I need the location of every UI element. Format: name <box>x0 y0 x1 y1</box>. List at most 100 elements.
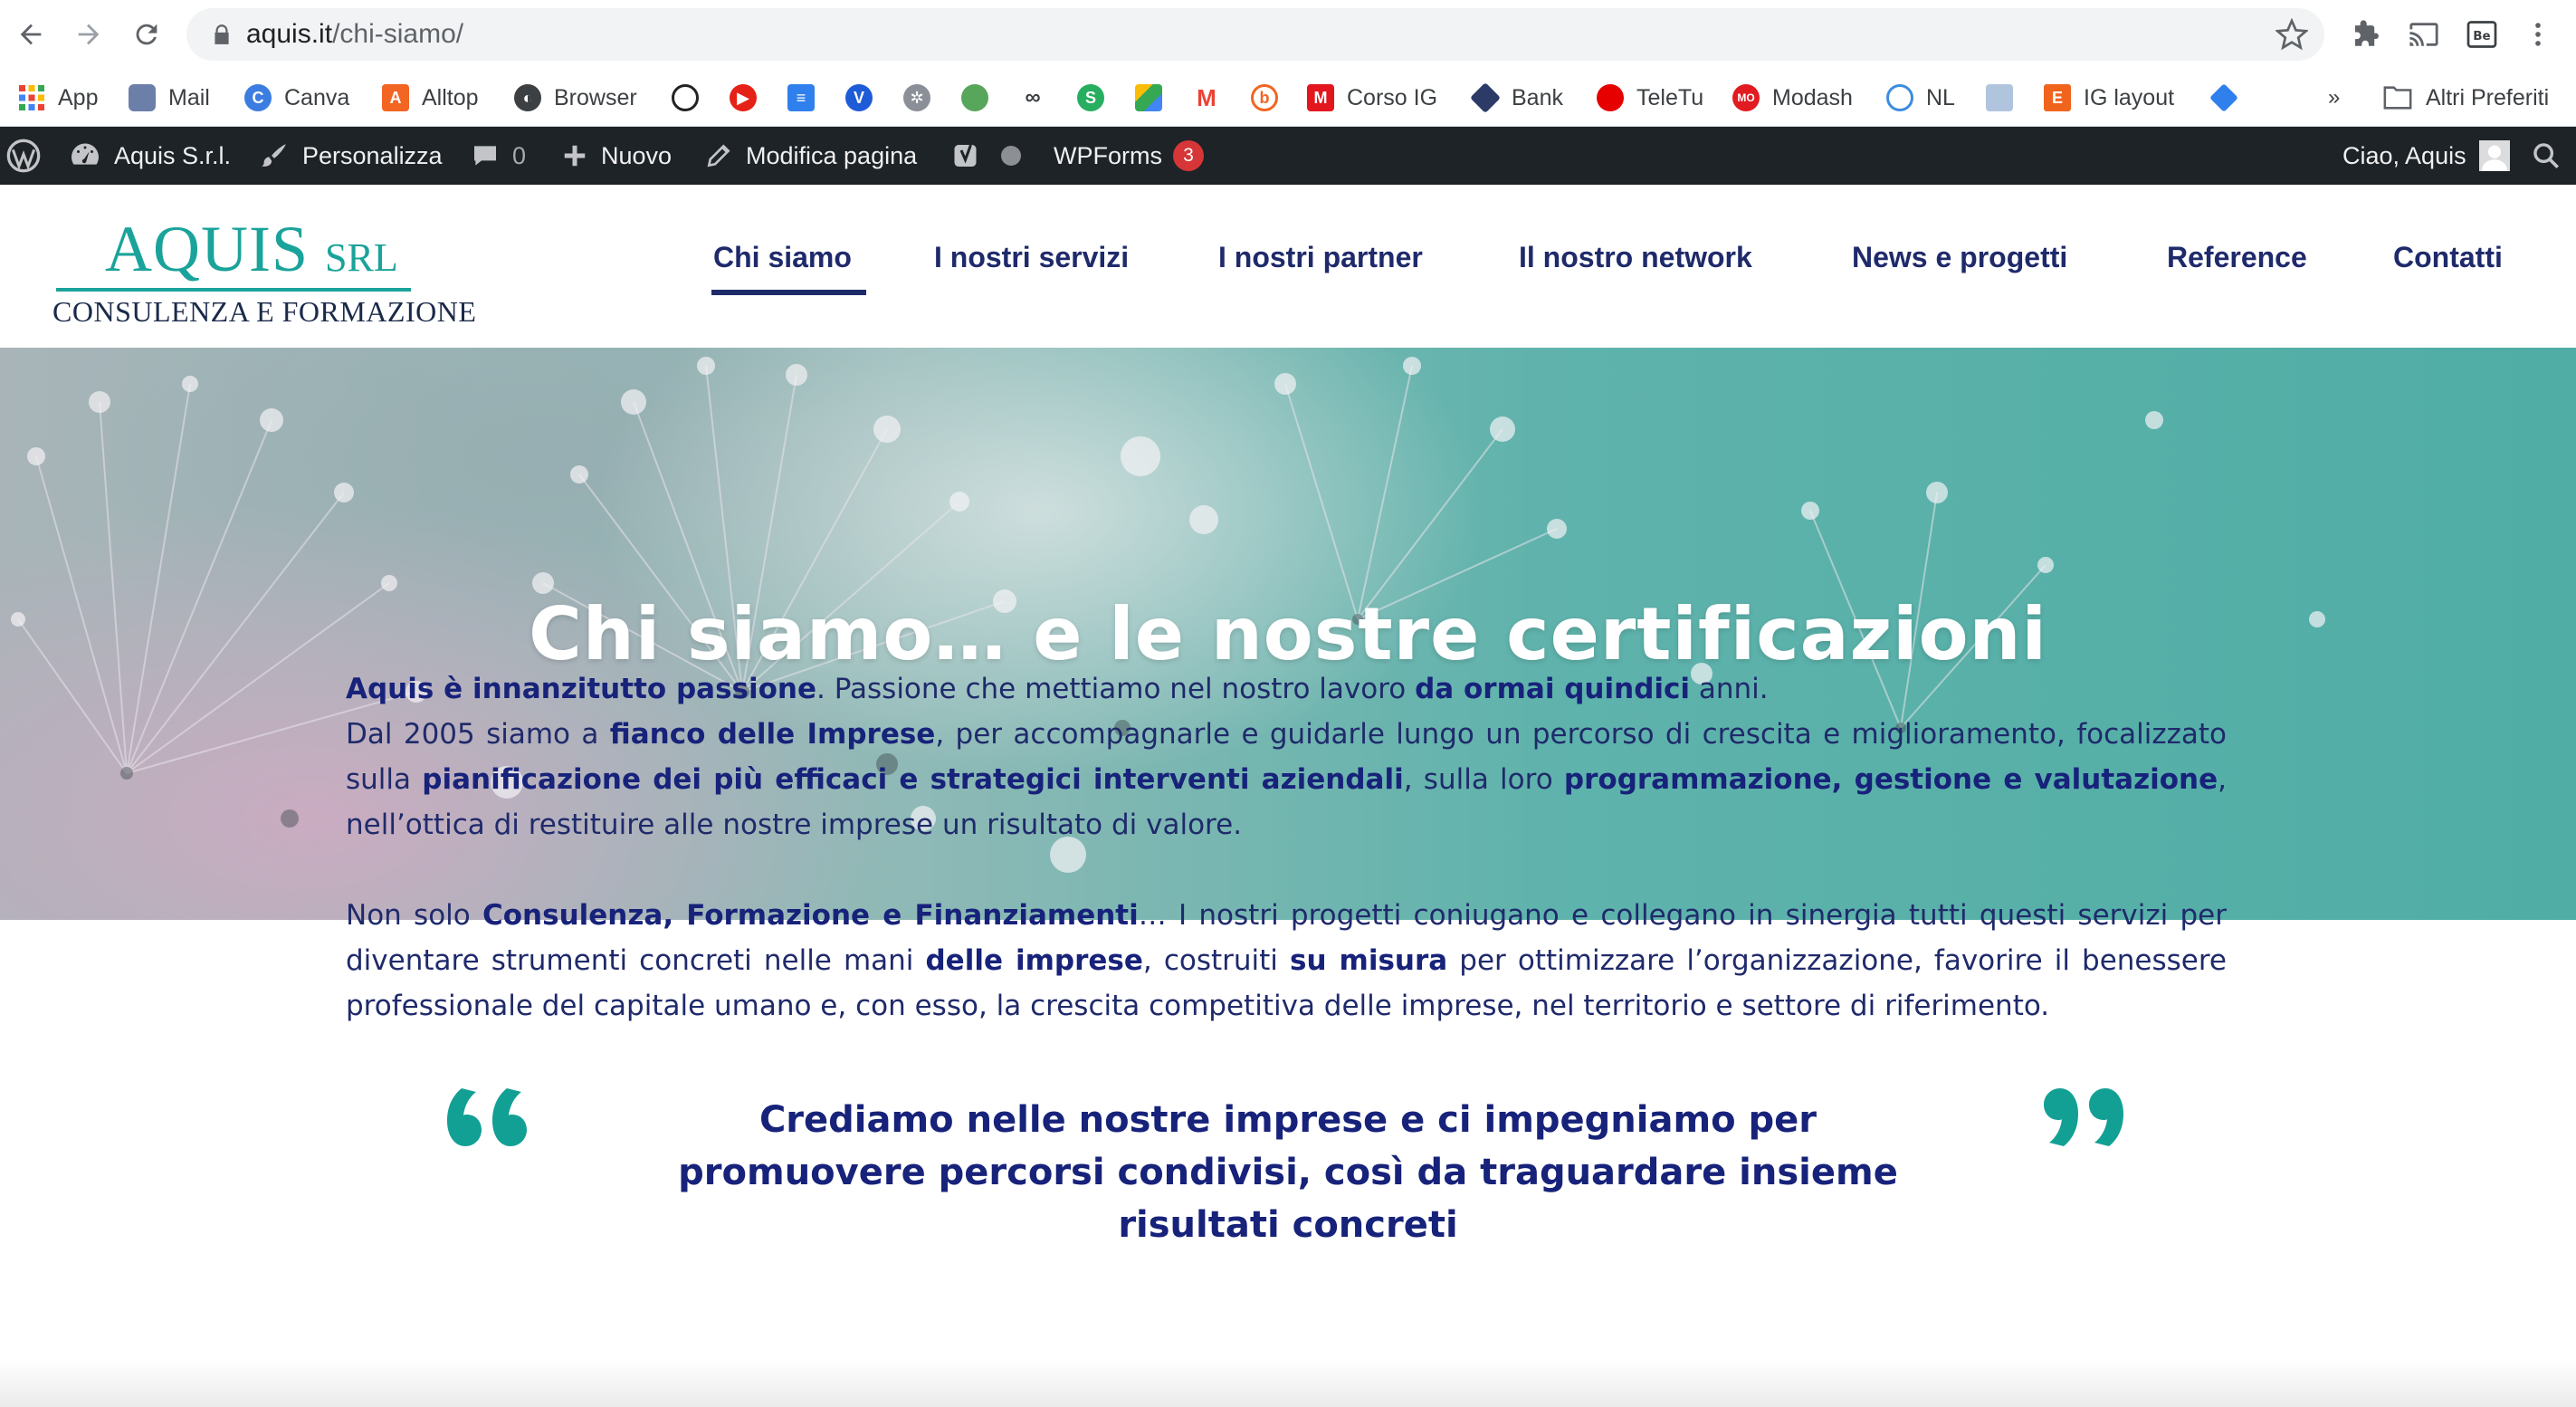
paintbrush-icon <box>261 144 286 167</box>
address-bar[interactable]: aquis.it/chi-siamo/ <box>186 8 2324 61</box>
bookmark-b[interactable]: b <box>1251 69 1278 127</box>
bookmark-building[interactable] <box>1986 69 2013 127</box>
avatar <box>2478 140 2510 171</box>
infinity-icon: ∞ <box>1019 84 1046 111</box>
bank-icon <box>1470 82 1501 113</box>
nl-icon <box>1886 84 1913 111</box>
logo-name: AQUIS <box>105 213 310 285</box>
quote-text: Crediamo nelle nostre imprese e ci impeg… <box>678 1099 1898 1246</box>
play-circle-icon: ▶ <box>730 84 757 111</box>
reload-button[interactable] <box>125 13 168 56</box>
bookmark-bank[interactable]: Bank <box>1470 69 1563 127</box>
diamond-icon <box>2209 83 2238 112</box>
wp-logo-menu[interactable] <box>5 127 54 185</box>
bookmark-gear[interactable]: ✲ <box>903 69 930 127</box>
bookmark-panda[interactable] <box>672 69 699 127</box>
nav-chi-siamo[interactable]: Chi siamo <box>711 241 866 295</box>
etsy-icon: E <box>2044 84 2071 111</box>
site-header: AQUIS SRL CONSULENZA E FORMAZIONE Chi sia… <box>0 185 2576 348</box>
alltop-icon: A <box>382 84 409 111</box>
p3-run: delle imprese <box>925 944 1143 977</box>
wpforms-menu[interactable]: WPForms 3 <box>1054 127 1204 185</box>
modash-icon: MO <box>1732 84 1760 111</box>
nav-news-e-progetti[interactable]: News e progetti <box>1852 241 2067 274</box>
about-text: Aquis è innanzitutto passione. Passione … <box>346 666 2227 1029</box>
site-name-menu[interactable]: Aquis S.r.l. <box>69 127 231 185</box>
nav-contatti[interactable]: Contatti <box>2393 241 2503 274</box>
bookmark-s[interactable]: S <box>1077 69 1104 127</box>
bookmarks-bar: App Mail C Canva A Alltop ◐ Browser ▶ ≡ … <box>0 69 2576 127</box>
bookmark-app[interactable]: App <box>18 69 98 127</box>
site-logo[interactable]: AQUIS SRL CONSULENZA E FORMAZIONE <box>52 212 476 330</box>
bookmark-drive[interactable] <box>1135 69 1162 127</box>
url-text: aquis.it/chi-siamo/ <box>246 19 464 49</box>
flow-icon: ≡ <box>787 84 815 111</box>
search-icon <box>2533 143 2560 169</box>
user-silhouette-icon <box>2481 145 2507 171</box>
bookmark-flow[interactable]: ≡ <box>787 69 815 127</box>
bookmark-alltop[interactable]: A Alltop <box>382 69 479 127</box>
folder-icon <box>2383 86 2412 110</box>
account-menu[interactable]: Ciao, Aquis <box>2342 127 2510 185</box>
behance-extension-icon[interactable]: Be <box>2462 14 2502 54</box>
logo-suffix: SRL <box>325 235 398 280</box>
canva-icon: C <box>244 84 272 111</box>
bookmark-vimeo[interactable]: V <box>845 69 873 127</box>
notification-badge: 3 <box>1172 140 1204 171</box>
yoast-icon <box>954 144 977 167</box>
cast-icon[interactable] <box>2404 14 2444 54</box>
panda-icon <box>672 84 699 111</box>
bookmark-star-icon[interactable] <box>2275 18 2308 51</box>
bookmark-teletu[interactable]: TeleTu <box>1597 69 1703 127</box>
bookmark-browser[interactable]: ◐ Browser <box>514 69 637 127</box>
edit-page-link[interactable]: Modifica pagina <box>704 127 917 185</box>
page-bottom-edge <box>0 1358 2576 1407</box>
nav-reference[interactable]: Reference <box>2167 241 2307 274</box>
bookmark-diamond[interactable] <box>2209 69 2238 127</box>
bookmarks-overflow[interactable]: » <box>2328 69 2340 127</box>
p2-run: programmazione, gestione e valutazione <box>1563 763 2218 796</box>
p3-run: su misura <box>1290 944 1448 977</box>
building-icon <box>1986 84 2013 111</box>
bookmark-earth[interactable] <box>961 69 988 127</box>
yoast-seo-menu[interactable] <box>950 127 1021 185</box>
new-content-menu[interactable]: Nuovo <box>561 127 672 185</box>
bookmark-modash[interactable]: MO Modash <box>1732 69 1853 127</box>
admin-search[interactable] <box>2531 127 2574 185</box>
v-icon: V <box>845 84 873 111</box>
reload-icon <box>136 24 157 45</box>
plus-icon <box>564 145 586 167</box>
paragraph-services: Non solo Consulenza, Formazione e Finanz… <box>346 893 2227 1029</box>
comments-link[interactable]: 0 <box>471 127 526 185</box>
extensions-puzzle-icon[interactable] <box>2346 14 2386 54</box>
kebab-menu-icon[interactable] <box>2518 14 2558 54</box>
back-button[interactable] <box>9 13 52 56</box>
bookmark-canva[interactable]: C Canva <box>244 69 349 127</box>
wordpress-icon <box>6 139 41 173</box>
svg-text:Be: Be <box>2473 29 2490 43</box>
logo-underline <box>56 288 411 292</box>
quote-open-icon <box>447 1088 527 1146</box>
bookmark-corso-ig[interactable]: M Corso IG <box>1307 69 1437 127</box>
bookmark-nl[interactable]: NL <box>1886 69 1955 127</box>
bookmark-ig-layout[interactable]: E IG layout <box>2044 69 2174 127</box>
bookmark-folder-altri[interactable]: Altri Preferiti <box>2382 69 2549 127</box>
paragraph-history: Dal 2005 siamo a fianco delle Imprese, p… <box>346 712 2227 847</box>
nav-i-nostri-partner[interactable]: I nostri partner <box>1218 241 1423 274</box>
nav-il-nostro-network[interactable]: Il nostro network <box>1519 241 1752 274</box>
bookmark-mail[interactable]: Mail <box>129 69 210 127</box>
wp-admin-bar: Aquis S.r.l. Personalizza 0 Nuovo Modifi… <box>0 127 2576 185</box>
p2-run: fianco delle Imprese <box>609 718 936 751</box>
bookmark-gmail[interactable]: M <box>1193 69 1220 127</box>
drive-icon <box>1135 84 1162 111</box>
browser-toolbar: aquis.it/chi-siamo/ Be <box>0 0 2576 69</box>
bookmark-infinity[interactable]: ∞ <box>1019 69 1046 127</box>
p2-run: Dal 2005 siamo a <box>346 718 610 751</box>
customize-link[interactable]: Personalizza <box>259 127 443 185</box>
p1-run: anni. <box>1690 673 1769 705</box>
forward-button[interactable] <box>67 13 110 56</box>
nav-i-nostri-servizi[interactable]: I nostri servizi <box>934 241 1129 274</box>
bookmark-youtube-red[interactable]: ▶ <box>730 69 757 127</box>
p3-run: , costruiti <box>1142 944 1291 977</box>
vodafone-icon <box>1597 84 1624 111</box>
